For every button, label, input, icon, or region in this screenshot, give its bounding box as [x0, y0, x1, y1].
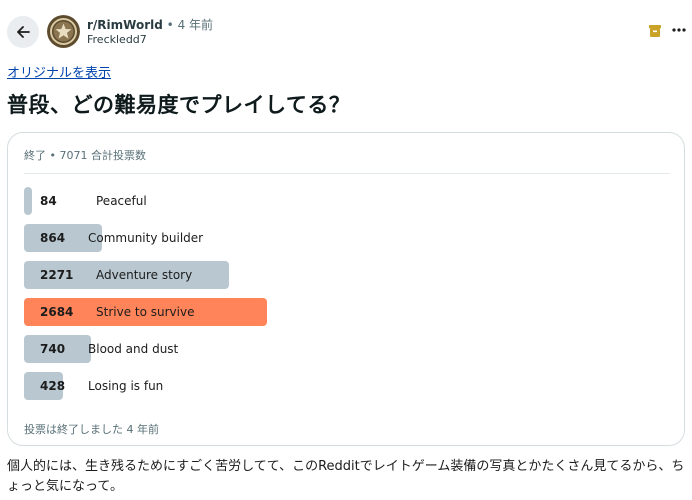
poll-vote-count: 84 — [40, 194, 57, 208]
back-arrow-icon — [17, 26, 30, 38]
poll-vote-count: 740 — [40, 342, 66, 356]
poll-status: 終了 • 7071 合計投票数 — [24, 149, 146, 162]
poll-option-label: Community builder — [88, 231, 204, 245]
poll-option-label: Adventure story — [96, 268, 193, 282]
subreddit-line: r/RimWorld • 4 年前 — [87, 16, 213, 33]
poll-option-label: Blood and dust — [88, 342, 179, 356]
award-icon[interactable] — [648, 24, 662, 38]
poll-option: 2684 Strive to survive — [24, 298, 664, 326]
subreddit-name[interactable]: r/RimWorld — [87, 18, 163, 32]
poll-card: 終了 • 7071 合計投票数 84 Peaceful 864 Communit… — [7, 132, 685, 446]
post-title: 普段、どの難易度でプレイしてる？ — [7, 93, 351, 117]
poll-option: 740 Blood and dust — [24, 335, 664, 363]
poll-option-label: Peaceful — [96, 194, 147, 208]
poll-vote-count: 2271 — [40, 268, 74, 282]
poll-option-label: Strive to survive — [96, 305, 195, 319]
author-username[interactable]: Freckledd7 — [87, 33, 147, 46]
poll-option-label: Losing is fun — [88, 379, 164, 393]
show-original-link[interactable]: オリジナルを表示 — [7, 62, 111, 81]
poll-option: 2271 Adventure story — [24, 261, 664, 289]
poll-vote-count: 864 — [40, 231, 66, 245]
back-button[interactable] — [7, 16, 39, 48]
post-age: • 4 年前 — [166, 18, 214, 32]
poll-vote-count: 2684 — [40, 305, 74, 319]
poll-vote-count: 428 — [40, 379, 66, 393]
post-header: r/RimWorld • 4 年前 Freckledd7 — [0, 0, 692, 60]
more-options-icon[interactable] — [671, 22, 687, 38]
poll-option: 864 Community builder — [24, 224, 664, 252]
poll-divider — [24, 173, 670, 174]
poll-closed-text: 投票は終了しました 4 年前 — [24, 423, 159, 436]
subreddit-avatar-icon[interactable] — [47, 15, 80, 48]
poll-option: 84 Peaceful — [24, 187, 664, 215]
post-body-text: 個人的には、生き残るためにすごく苦労してて、このRedditでレイトゲーム装備の… — [7, 459, 685, 494]
poll-option: 428 Losing is fun — [24, 372, 664, 400]
poll-bar — [24, 187, 32, 215]
